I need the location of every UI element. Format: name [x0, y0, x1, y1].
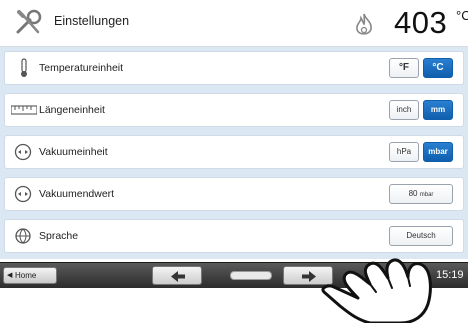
setting-label: Temperatureinheit [39, 62, 124, 74]
setting-row-vacuum-end-value: Vakuumendwert 80 mbar [4, 177, 464, 211]
page-title: Einstellungen [54, 14, 130, 28]
page-scroll-indicator[interactable] [230, 271, 272, 280]
home-button[interactable]: ◀ Home [3, 267, 57, 284]
vacuum-end-value-button[interactable]: 80 mbar [389, 184, 453, 204]
temperature-readout: 403 [394, 5, 448, 40]
vacuum-gauge-icon [14, 185, 32, 203]
flame-icon [356, 13, 372, 35]
previous-page-button[interactable] [152, 266, 202, 285]
header-bar: Einstellungen 403 °C [0, 0, 468, 47]
tools-icon [16, 9, 42, 34]
globe-icon [15, 228, 31, 244]
vacuum-gauge-icon [14, 143, 32, 161]
temperature-unit: °C [456, 8, 468, 23]
settings-list: Temperatureinheit °F °C Längeneinheit in… [0, 47, 468, 259]
home-label: Home [15, 271, 37, 280]
setting-label: Längeneinheit [39, 104, 105, 116]
ruler-icon [11, 105, 37, 115]
pointing-hand-icon [321, 258, 432, 323]
vacuum-end-value: 80 [408, 189, 418, 198]
vacuum-end-unit: mbar [419, 192, 434, 198]
setting-label: Vakuumendwert [39, 188, 115, 200]
celsius-button[interactable]: °C [423, 58, 453, 78]
fahrenheit-button[interactable]: °F [389, 58, 419, 78]
setting-row-temperature-unit: Temperatureinheit °F °C [4, 51, 464, 85]
mm-button[interactable]: mm [423, 100, 453, 120]
setting-row-vacuum-unit: Vakuumeinheit hPa mbar [4, 135, 464, 169]
mbar-button[interactable]: mbar [423, 142, 453, 162]
setting-label: Vakuumeinheit [39, 146, 108, 158]
home-arrow-icon: ◀ [7, 272, 13, 279]
thermometer-icon [21, 58, 27, 77]
hpa-button[interactable]: hPa [389, 142, 419, 162]
setting-label: Sprache [39, 230, 79, 242]
arrow-left-icon [171, 271, 185, 282]
inch-button[interactable]: inch [389, 100, 419, 120]
setting-row-length-unit: Längeneinheit inch mm [4, 93, 464, 127]
